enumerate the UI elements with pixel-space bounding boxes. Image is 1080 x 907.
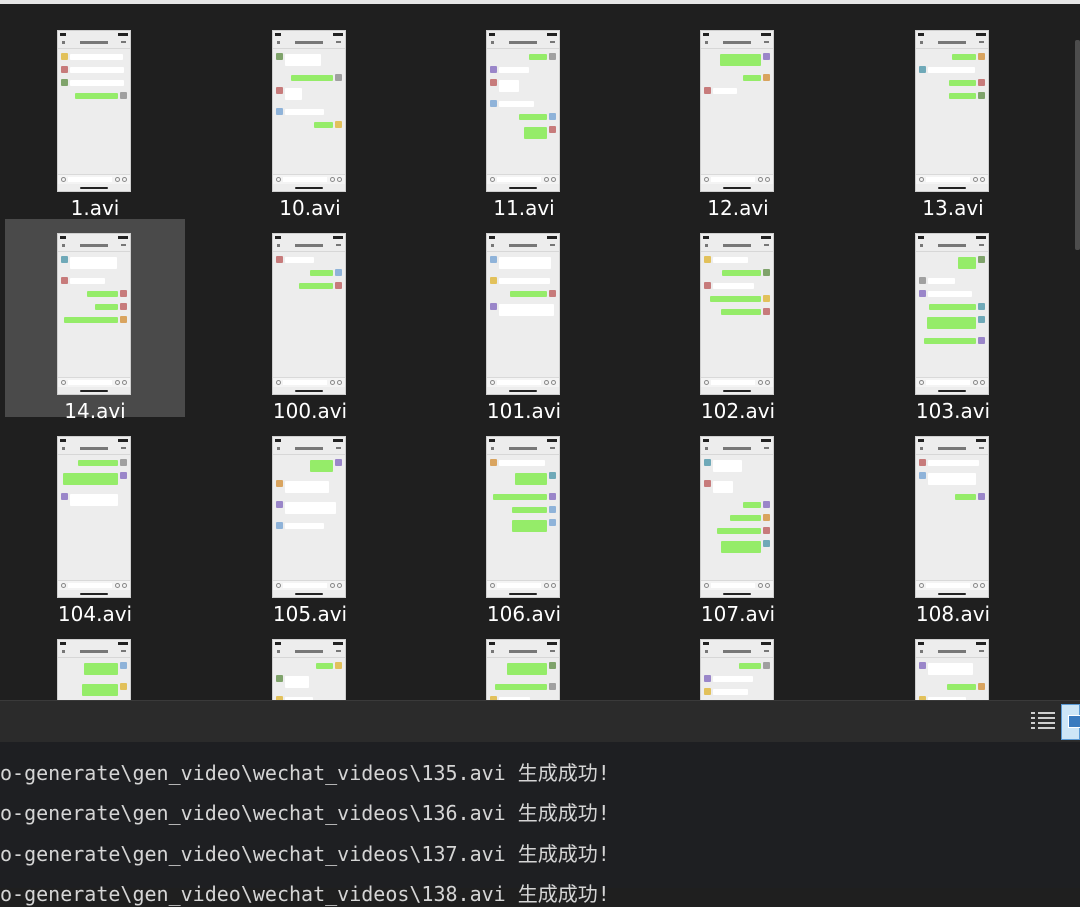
file-name: 108.avi xyxy=(915,602,991,626)
video-thumbnail xyxy=(700,233,774,395)
file-item[interactable]: 104.avi xyxy=(5,422,185,626)
large-icons-view-icon xyxy=(1068,715,1080,728)
video-thumbnail xyxy=(915,233,989,395)
console-output[interactable]: o-generate\gen_video\wechat_videos\135.a… xyxy=(0,742,1080,906)
file-item[interactable]: 10.avi xyxy=(220,16,400,220)
video-thumbnail xyxy=(57,436,131,598)
status-bar xyxy=(0,700,1080,742)
video-thumbnail xyxy=(57,233,131,395)
video-thumbnail xyxy=(700,436,774,598)
video-thumbnail xyxy=(486,639,560,700)
console-line: o-generate\gen_video\wechat_videos\136.a… xyxy=(0,801,610,825)
video-thumbnail xyxy=(486,233,560,395)
file-name: 1.avi xyxy=(70,196,120,220)
file-item[interactable]: 13.avi xyxy=(863,16,1043,220)
file-item[interactable]: 12.avi xyxy=(648,16,828,220)
file-item[interactable]: 102.avi xyxy=(648,219,828,423)
file-name: 10.avi xyxy=(279,196,341,220)
video-thumbnail xyxy=(57,639,131,700)
console-line: o-generate\gen_video\wechat_videos\135.a… xyxy=(0,761,610,785)
file-item[interactable]: 11.avi xyxy=(434,16,614,220)
video-thumbnail xyxy=(486,30,560,192)
video-thumbnail xyxy=(700,30,774,192)
file-name: 12.avi xyxy=(707,196,769,220)
vertical-scrollbar-thumb[interactable] xyxy=(1075,40,1080,250)
file-name: 102.avi xyxy=(700,399,776,423)
video-thumbnail xyxy=(700,639,774,700)
file-explorer-grid[interactable]: 1.avi 10.avi 11.avi 12.avi 13.avi 14.avi 100.a… xyxy=(0,4,1080,700)
video-thumbnail xyxy=(915,30,989,192)
file-name: 107.avi xyxy=(700,602,776,626)
file-item[interactable] xyxy=(220,625,400,700)
file-item[interactable]: 106.avi xyxy=(434,422,614,626)
console-line: o-generate\gen_video\wechat_videos\138.a… xyxy=(0,882,610,906)
file-item[interactable] xyxy=(434,625,614,700)
video-thumbnail xyxy=(272,436,346,598)
console-line: o-generate\gen_video\wechat_videos\137.a… xyxy=(0,842,610,866)
video-thumbnail xyxy=(272,639,346,700)
file-item[interactable]: 105.avi xyxy=(220,422,400,626)
video-thumbnail xyxy=(486,436,560,598)
file-item[interactable]: 14.avi xyxy=(5,219,185,423)
file-name: 11.avi xyxy=(493,196,555,220)
video-thumbnail xyxy=(915,639,989,700)
file-item[interactable] xyxy=(5,625,185,700)
file-name: 101.avi xyxy=(486,399,562,423)
video-thumbnail xyxy=(272,30,346,192)
file-item[interactable]: 107.avi xyxy=(648,422,828,626)
file-item[interactable]: 103.avi xyxy=(863,219,1043,423)
file-item[interactable]: 100.avi xyxy=(220,219,400,423)
file-name: 104.avi xyxy=(57,602,133,626)
details-view-button[interactable] xyxy=(1031,708,1055,732)
file-item[interactable]: 101.avi xyxy=(434,219,614,423)
file-name: 103.avi xyxy=(915,399,991,423)
file-name: 105.avi xyxy=(272,602,348,626)
video-thumbnail xyxy=(915,436,989,598)
file-item[interactable] xyxy=(648,625,828,700)
large-icons-view-button[interactable] xyxy=(1061,704,1080,740)
file-name: 14.avi xyxy=(64,399,126,423)
video-thumbnail xyxy=(272,233,346,395)
file-name: 100.avi xyxy=(272,399,348,423)
file-item[interactable]: 108.avi xyxy=(863,422,1043,626)
file-item[interactable] xyxy=(863,625,1043,700)
file-name: 106.avi xyxy=(486,602,562,626)
file-name: 13.avi xyxy=(922,196,984,220)
file-item[interactable]: 1.avi xyxy=(5,16,185,220)
video-thumbnail xyxy=(57,30,131,192)
